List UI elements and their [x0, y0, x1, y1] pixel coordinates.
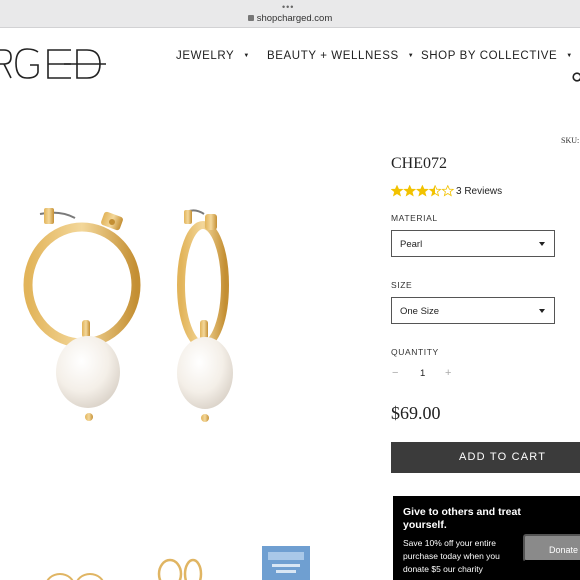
main-nav: JEWELRY ▼ BEAUTY + WELLNESS ▼ SHOP BY COLL… — [0, 50, 580, 64]
add-to-cart-button[interactable]: ADD TO CART — [391, 442, 580, 473]
rating[interactable]: 3 Reviews — [391, 184, 502, 198]
quantity-increment-button[interactable]: + — [445, 367, 451, 379]
quantity-stepper: − 1 + — [391, 367, 461, 383]
product-price: $69.00 — [391, 403, 441, 423]
charity-banner: Give to others and treat yourself. Save … — [393, 496, 580, 580]
caret-down-icon — [539, 242, 545, 246]
lock-icon — [247, 15, 254, 21]
size-select[interactable]: One Size — [391, 297, 555, 324]
material-select[interactable]: Pearl — [391, 230, 555, 257]
size-value: One Size — [400, 306, 440, 317]
quantity-decrement-button[interactable]: − — [392, 367, 398, 379]
material-label: MATERIAL — [391, 213, 438, 223]
material-value: Pearl — [400, 239, 423, 250]
charity-heading: Give to others and treat yourself. — [403, 506, 521, 531]
caret-down-icon: ▼ — [407, 53, 415, 59]
search-icon[interactable] — [572, 72, 580, 84]
reviews-link[interactable]: 3 Reviews — [456, 186, 502, 197]
caret-down-icon — [539, 309, 545, 313]
product-title: CHE072 — [391, 155, 447, 172]
more-dots-icon[interactable]: ••• — [282, 2, 294, 12]
sku-label: SKU: CHE072 — [561, 136, 580, 145]
nav-beauty-wellness[interactable]: BEAUTY + WELLNESS ▼ — [267, 50, 414, 62]
product-image[interactable] — [0, 200, 250, 435]
thumbnail-1[interactable] — [45, 546, 105, 580]
address-bar[interactable]: shopcharged.com — [0, 13, 580, 24]
nav-jewelry[interactable]: JEWELRY ▼ — [176, 50, 250, 62]
quantity-label: QUANTITY — [391, 347, 439, 357]
charity-body: Save 10% off your entire purchase today … — [403, 538, 500, 574]
caret-down-icon: ▼ — [566, 53, 573, 59]
thumbnail-3[interactable] — [262, 546, 310, 580]
url-text: shopcharged.com — [256, 13, 333, 24]
donate-button[interactable]: Donate — [523, 534, 580, 562]
thumbnail-2[interactable] — [150, 558, 210, 580]
browser-toolbar: ••• shopcharged.com — [0, 0, 580, 28]
nav-shop-by-collective[interactable]: SHOP BY COLLECTIVE ▼ — [421, 50, 573, 62]
star-rating-icon — [391, 185, 455, 197]
size-label: SIZE — [391, 280, 413, 290]
caret-down-icon: ▼ — [243, 53, 250, 59]
quantity-input[interactable]: 1 — [420, 368, 425, 379]
